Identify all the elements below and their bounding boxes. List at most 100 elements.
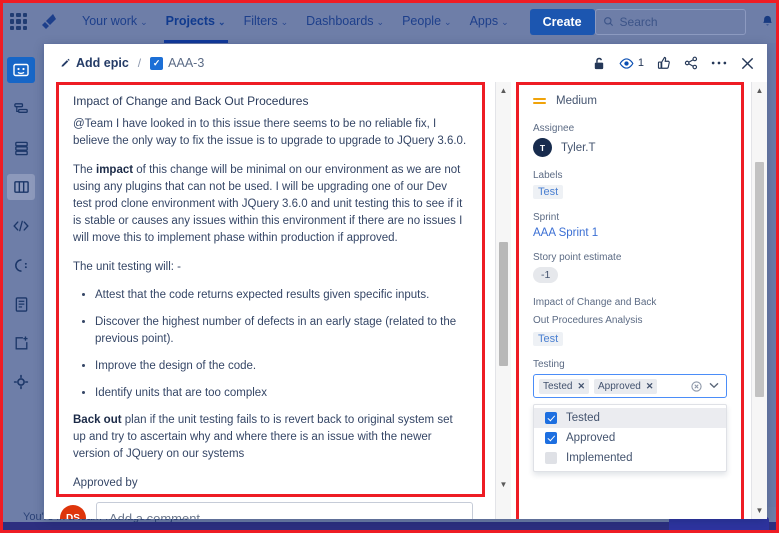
scroll-down-arrow-icon[interactable]: ▼	[496, 478, 511, 491]
list-item: Discover the highest number of defects i…	[95, 314, 468, 348]
nav-label: Dashboards	[306, 14, 374, 28]
apps-grid-icon[interactable]	[10, 13, 27, 30]
nav-label: Filters	[243, 14, 278, 28]
chevron-down-icon: ⌄	[444, 17, 452, 27]
chevron-down-icon[interactable]	[709, 382, 719, 391]
search-icon	[603, 17, 613, 27]
dropdown-option-tested[interactable]: Tested	[534, 408, 726, 428]
jira-logo-icon[interactable]	[37, 11, 59, 33]
watch-eye-icon[interactable]: 1	[619, 57, 644, 70]
para2-pre: The	[73, 164, 97, 176]
option-label: Approved	[566, 432, 616, 444]
option-label: Tested	[566, 412, 600, 424]
description-paragraph-4: Back out plan if the unit testing fails …	[73, 412, 468, 463]
checkbox-unchecked-icon[interactable]	[545, 452, 557, 464]
top-navigation-bar: Your work ⌄ Projects ⌄ Filters ⌄ Dashboards…	[0, 0, 779, 43]
nav-label: Your work	[82, 14, 138, 28]
scrollbar-thumb[interactable]	[755, 162, 764, 397]
sprint-link[interactable]: AAA Sprint 1	[533, 227, 598, 239]
checkbox-checked-icon[interactable]	[545, 412, 557, 424]
testing-tag-tested[interactable]: Tested ✕	[539, 378, 590, 394]
sidebar-item-add-item-icon[interactable]	[7, 330, 35, 356]
assignee-label: Assignee	[533, 123, 575, 134]
sidebar-item-project-avatar-icon[interactable]	[7, 57, 35, 83]
sidebar-item-releases-icon[interactable]	[7, 252, 35, 278]
impact-analysis-field: Impact of Change and Back Out Procedures…	[533, 296, 727, 346]
dropdown-option-approved[interactable]: Approved	[534, 428, 726, 448]
search-input[interactable]: Search	[594, 8, 746, 35]
story-point-value[interactable]: -1	[533, 267, 559, 283]
close-x-icon[interactable]	[740, 56, 755, 71]
labels-label: Labels	[533, 170, 563, 181]
impact-analysis-value[interactable]: Test	[533, 332, 564, 346]
priority-field[interactable]: Medium	[533, 95, 727, 107]
taskbar-window-pill	[669, 517, 769, 533]
testing-multiselect[interactable]: Tested ✕ Approved ✕	[533, 374, 727, 398]
sidebar-item-roadmap-icon[interactable]	[7, 96, 35, 122]
avatar: DS	[60, 505, 86, 519]
breadcrumb: Add epic / ✓ AAA-3	[60, 56, 204, 70]
nav-item-apps[interactable]: Apps ⌄	[461, 0, 518, 43]
comment-area: DS Add a comment... Pro tip: press M to …	[56, 502, 473, 519]
list-item: Identify units that are too complex	[95, 385, 468, 402]
nav-left-group: Your work ⌄ Projects ⌄ Filters ⌄ Dashboards…	[0, 0, 595, 43]
priority-value: Medium	[556, 95, 597, 107]
testing-options-dropdown: Tested Approved Implemented	[533, 404, 727, 472]
nav-item-projects[interactable]: Projects ⌄	[157, 0, 235, 43]
sidebar-item-board-columns-icon[interactable]	[7, 174, 35, 200]
chevron-down-icon: ⌄	[218, 17, 226, 27]
nav-item-your-work[interactable]: Your work ⌄	[73, 0, 157, 43]
assignee-name: Tyler.T	[561, 141, 596, 154]
impact-analysis-label-line1: Impact of Change and Back	[533, 297, 657, 308]
nav-right-group: Search ?	[594, 8, 779, 35]
nav-item-dashboards[interactable]: Dashboards ⌄	[297, 0, 393, 43]
checkbox-checked-icon[interactable]	[545, 432, 557, 444]
scrollbar-thumb[interactable]	[499, 242, 508, 366]
modal-body: Impact of Change and Back Out Procedures…	[44, 82, 767, 519]
tag-text: Tested	[543, 380, 573, 392]
scroll-up-arrow-icon[interactable]: ▲	[496, 84, 511, 97]
priority-medium-icon	[533, 98, 546, 104]
issue-details-column: Medium Assignee T Tyler.T Labels Test Sp…	[514, 82, 767, 519]
nav-item-people[interactable]: People ⌄	[393, 0, 460, 43]
clear-circle-icon[interactable]	[691, 380, 702, 392]
dropdown-option-implemented[interactable]: Implemented	[534, 448, 726, 468]
status-badge: APPROVED	[73, 496, 133, 497]
sidebar-item-pages-icon[interactable]	[7, 291, 35, 317]
nav-item-filters[interactable]: Filters ⌄	[235, 0, 298, 43]
details-annotated-region: Medium Assignee T Tyler.T Labels Test Sp…	[516, 82, 744, 519]
modal-header-actions: 1	[592, 56, 755, 71]
comment-row: DS Add a comment...	[56, 502, 473, 519]
description-paragraph-1: @Team I have looked in to this issue the…	[73, 118, 467, 147]
para4-bold: Back out	[73, 414, 122, 426]
sidebar-item-project-settings-gear-icon[interactable]	[7, 369, 35, 395]
modal-header: Add epic / ✓ AAA-3 1	[44, 44, 767, 82]
sidebar-item-code-icon[interactable]	[7, 213, 35, 239]
add-epic-label: Add epic	[76, 56, 129, 70]
description-paragraph-3: The unit testing will: -	[73, 261, 182, 273]
unlock-icon[interactable]	[592, 56, 606, 71]
sidebar-item-backlog-icon[interactable]	[7, 135, 35, 161]
add-comment-input[interactable]: Add a comment...	[96, 502, 473, 519]
scroll-up-arrow-icon[interactable]: ▲	[752, 84, 767, 97]
add-epic-button[interactable]: Add epic	[60, 56, 129, 70]
testing-tag-approved[interactable]: Approved ✕	[594, 378, 658, 394]
nav-label: People	[402, 14, 442, 28]
sprint-label: Sprint	[533, 212, 560, 223]
content-scrollbar[interactable]: ▲ ▼	[495, 82, 511, 519]
assignee-value[interactable]: T Tyler.T	[533, 138, 727, 157]
more-ellipsis-icon[interactable]	[711, 60, 727, 66]
nav-label: Projects	[165, 14, 216, 28]
watch-count: 1	[637, 57, 644, 69]
description-annotated-region: Impact of Change and Back Out Procedures…	[56, 82, 485, 497]
notifications-bell-icon[interactable]	[760, 14, 775, 29]
share-icon[interactable]	[684, 56, 698, 70]
issue-key-link[interactable]: ✓ AAA-3	[150, 56, 204, 70]
scroll-down-arrow-icon[interactable]: ▼	[752, 504, 767, 517]
modal-scrollbar[interactable]: ▲ ▼	[751, 82, 767, 519]
create-button[interactable]: Create	[529, 8, 595, 35]
remove-tag-icon[interactable]: ✕	[646, 381, 654, 392]
remove-tag-icon[interactable]: ✕	[577, 381, 585, 392]
thumbs-up-icon[interactable]	[657, 56, 671, 70]
label-chip[interactable]: Test	[533, 185, 564, 199]
